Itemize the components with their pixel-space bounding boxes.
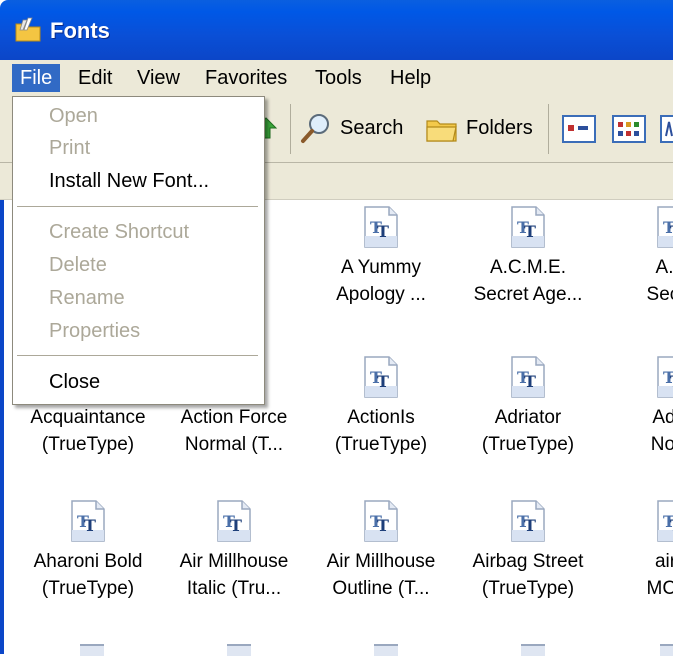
truetype-font-icon bbox=[71, 500, 105, 542]
search-icon bbox=[301, 114, 329, 143]
font-name-line2: MC.Cr bbox=[646, 578, 673, 599]
view-tiles-icon[interactable] bbox=[562, 114, 596, 144]
truetype-font-icon bbox=[374, 644, 398, 656]
menu-close[interactable]: Close bbox=[49, 367, 100, 397]
font-name-line2: Italic (Tru... bbox=[186, 578, 282, 599]
font-name-line2: Apology ... bbox=[336, 284, 426, 305]
truetype-font-icon bbox=[364, 356, 398, 398]
menu-create-shortcut: Create Shortcut bbox=[49, 221, 190, 243]
folders-label: Folders bbox=[466, 116, 533, 139]
truetype-font-icon bbox=[521, 644, 545, 656]
font-name-line1: Aharoni Bold bbox=[33, 551, 143, 572]
menu-edit[interactable]: Edit bbox=[70, 64, 120, 92]
menu-print: Print bbox=[49, 137, 91, 159]
menu-help[interactable]: Help bbox=[382, 64, 439, 92]
font-file-item[interactable]: ActionIs (TrueType) bbox=[308, 356, 454, 458]
menu-view[interactable]: View bbox=[129, 64, 188, 92]
menu-delete: Delete bbox=[49, 254, 107, 276]
menu-install-new-font[interactable]: Install New Font... bbox=[49, 166, 209, 196]
font-name-line1: Adriator bbox=[494, 407, 562, 428]
menu-open: Open bbox=[49, 105, 98, 127]
font-name-line2: (TrueType) bbox=[481, 578, 575, 599]
font-name-line1: A Yummy bbox=[341, 257, 421, 278]
font-name-line2: Normal (T... bbox=[184, 434, 284, 455]
truetype-font-icon bbox=[511, 500, 545, 542]
menu-bar: File Edit View Favorites Tools Help bbox=[0, 60, 673, 96]
font-file-item[interactable]: A.C.M.E. Secret Age... bbox=[455, 206, 601, 308]
truetype-font-icon bbox=[511, 356, 545, 398]
truetype-font-icon bbox=[657, 500, 673, 542]
menu-favorites[interactable]: Favorites bbox=[197, 64, 295, 92]
folders-icon bbox=[426, 120, 457, 142]
font-name-line2: (TrueType) bbox=[481, 434, 575, 455]
font-file-item[interactable]: airbr MC.Cr bbox=[601, 500, 673, 602]
font-file-item[interactable]: Adve Norm bbox=[601, 356, 673, 458]
font-name-line2: Norm bbox=[650, 434, 673, 455]
font-file-item[interactable]: Adriator (TrueType) bbox=[455, 356, 601, 458]
truetype-font-icon bbox=[364, 500, 398, 542]
search-button[interactable]: Search bbox=[298, 106, 403, 150]
menu-separator bbox=[17, 355, 258, 356]
toolbar-separator bbox=[548, 104, 549, 154]
font-name-line2: (TrueType) bbox=[41, 434, 135, 455]
font-name-line1: Airbag Street bbox=[472, 551, 584, 572]
truetype-font-icon bbox=[657, 206, 673, 248]
truetype-font-icon bbox=[657, 356, 673, 398]
fonts-folder-icon bbox=[15, 17, 41, 42]
menu-rename: Rename bbox=[49, 287, 125, 309]
truetype-font-icon bbox=[217, 500, 251, 542]
font-name-line2: Secret bbox=[646, 284, 673, 305]
font-name-line2: (TrueType) bbox=[334, 434, 428, 455]
truetype-font-icon bbox=[364, 206, 398, 248]
truetype-font-icon bbox=[660, 644, 673, 656]
menu-properties: Properties bbox=[49, 320, 141, 342]
font-name-line2: Secret Age... bbox=[473, 284, 583, 305]
folders-button[interactable]: Folders bbox=[424, 106, 533, 150]
font-name-line2: (TrueType) bbox=[41, 578, 135, 599]
font-file-item[interactable]: Air Millhouse Italic (Tru... bbox=[161, 500, 307, 602]
truetype-font-icon bbox=[227, 644, 251, 656]
font-name-line1: ActionIs bbox=[347, 407, 415, 428]
title-bar[interactable]: Fonts bbox=[0, 0, 673, 60]
menu-tools[interactable]: Tools bbox=[307, 64, 370, 92]
font-name-line1: Acquaintance bbox=[30, 407, 146, 428]
menu-file[interactable]: File bbox=[12, 64, 61, 92]
file-menu-dropdown: Open Print Install New Font... Create Sh… bbox=[12, 96, 265, 405]
search-label: Search bbox=[340, 116, 404, 139]
truetype-font-icon bbox=[511, 206, 545, 248]
font-file-item[interactable]: A.C. Secret bbox=[601, 206, 673, 308]
font-file-item[interactable]: A Yummy Apology ... bbox=[308, 206, 454, 308]
font-name-line2: Outline (T... bbox=[332, 578, 430, 599]
font-name-line1: A.C.M.E. bbox=[489, 257, 566, 278]
font-file-item[interactable]: Air Millhouse Outline (T... bbox=[308, 500, 454, 602]
font-name-line1: airbr bbox=[654, 551, 673, 572]
view-fonts-icon[interactable] bbox=[660, 114, 673, 144]
font-name-line1: A.C. bbox=[655, 257, 673, 278]
font-name-line1: Action Force bbox=[180, 407, 288, 428]
font-name-line1: Air Millhouse bbox=[326, 551, 436, 572]
font-file-item[interactable]: Aharoni Bold (TrueType) bbox=[15, 500, 161, 602]
window-title: Fonts bbox=[50, 18, 110, 43]
font-name-line1: Air Millhouse bbox=[179, 551, 289, 572]
toolbar-separator bbox=[290, 104, 291, 154]
menu-separator bbox=[17, 206, 258, 207]
font-name-line1: Adve bbox=[652, 407, 673, 428]
view-icons-icon[interactable] bbox=[612, 114, 646, 144]
truetype-font-icon bbox=[80, 644, 104, 656]
font-file-item[interactable]: Airbag Street (TrueType) bbox=[455, 500, 601, 602]
